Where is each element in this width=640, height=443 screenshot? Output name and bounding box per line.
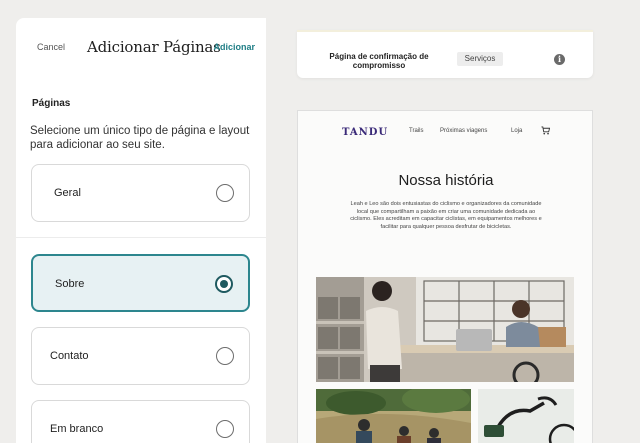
page-option-geral[interactable]: Geral: [31, 164, 250, 222]
page-option-label: Contato: [50, 350, 89, 362]
panel-title: Adicionar Páginas: [87, 38, 221, 56]
confirmation-page-card[interactable]: Página de confirmação de compromisso Ser…: [297, 30, 593, 78]
section-description: Selecione um único tipo de página e layo…: [30, 125, 250, 151]
section-label: Páginas: [32, 98, 71, 109]
cancel-button[interactable]: Cancel: [37, 42, 65, 52]
radio-button[interactable]: [216, 184, 234, 202]
divider: [16, 237, 266, 238]
add-button[interactable]: Adicionar: [213, 42, 255, 52]
nav-link-loja[interactable]: Loja: [511, 128, 522, 134]
radio-button[interactable]: [216, 347, 234, 365]
about-heading: Nossa história: [398, 172, 494, 189]
page-option-sobre[interactable]: Sobre: [31, 254, 250, 312]
radio-button-selected[interactable]: [215, 275, 233, 293]
cyclists-photo: [316, 389, 471, 443]
page-option-label: Em branco: [50, 423, 104, 435]
info-icon[interactable]: i: [554, 54, 565, 65]
about-paragraph: Leah e Leo são dois entusiastas do cicli…: [350, 201, 542, 230]
site-logo: TANDU: [342, 127, 389, 138]
radio-button[interactable]: [216, 420, 234, 438]
page-option-em-branco[interactable]: Em branco: [31, 400, 250, 443]
site-nav: TANDU Trails Próximas viagens Loja: [298, 111, 592, 151]
site-preview: TANDU Trails Próximas viagens Loja Nossa…: [297, 110, 593, 443]
cart-icon[interactable]: [541, 126, 550, 135]
card-top-border: [297, 30, 593, 32]
page-option-contato[interactable]: Contato: [31, 327, 250, 385]
nav-link-trails[interactable]: Trails: [409, 128, 423, 134]
confirmation-page-title: Página de confirmação de compromisso: [329, 52, 429, 70]
panel-header: Cancel Adicionar Páginas Adicionar: [16, 18, 266, 76]
add-pages-panel: Cancel Adicionar Páginas Adicionar Págin…: [16, 18, 266, 443]
category-chip: Serviços: [457, 52, 503, 66]
page-option-label: Sobre: [55, 278, 85, 290]
nav-link-proximas-viagens[interactable]: Próximas viagens: [440, 128, 487, 134]
workshop-photo: [316, 277, 574, 382]
bike-photo: [478, 389, 574, 443]
page-option-label: Geral: [54, 187, 81, 199]
